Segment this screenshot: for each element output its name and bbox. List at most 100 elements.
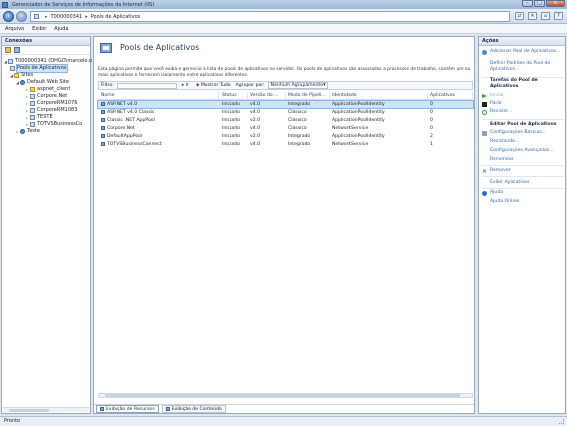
tree-teste-site[interactable]: ▹ Teste — [16, 128, 40, 135]
maximize-button[interactable]: □ — [534, 0, 545, 7]
breadcrumb-app-pools[interactable]: Pools de Aplicativos — [91, 14, 141, 20]
back-button[interactable]: ‹ — [3, 11, 14, 22]
status-text: Pronto — [4, 418, 21, 424]
content-pane: Pools de Aplicativos Esta página permite… — [93, 36, 475, 414]
stop-action[interactable]: Parar — [482, 101, 502, 107]
tree-default-site[interactable]: ◢ Default Web Site — [16, 79, 69, 86]
divider — [482, 165, 564, 166]
tree-server[interactable]: ◢ T000000341 (DHGO\marcelo.o — [4, 58, 92, 65]
table-row[interactable]: TOTVSBusinessConnect Iniciado v4.0 Integ… — [98, 141, 473, 148]
basic-settings-action[interactable]: Configurações Básicas... — [482, 130, 546, 136]
actions-header: Ações — [479, 37, 565, 46]
app-pool-icon — [101, 101, 105, 106]
help-icon[interactable]: ? — [554, 12, 563, 20]
col-applications[interactable]: Aplicativos — [430, 92, 473, 100]
connections-toolbar — [2, 46, 90, 55]
tree-corpore-net[interactable]: ▹ Corpore.Net — [26, 93, 67, 100]
col-version[interactable]: Versão do ... — [250, 92, 286, 100]
remove-icon: ✕ — [482, 167, 488, 175]
add-pool-action[interactable]: Adicionar Pool de Aplicativos... — [482, 49, 564, 55]
settings-icon — [482, 130, 487, 136]
status-bar: Pronto — [0, 416, 567, 426]
app-pool-icon — [101, 125, 105, 130]
col-name[interactable]: Nome — [101, 92, 219, 100]
menu-bar: Arquivo Exibir Ajuda — [0, 24, 567, 34]
minimize-button[interactable]: – — [522, 0, 533, 7]
table-row[interactable]: ASP.NET v4.0 Iniciado v4.0 Integrado App… — [97, 100, 474, 109]
help-action[interactable]: Ajuda — [482, 190, 503, 196]
recycling-action[interactable]: Reciclando... — [482, 139, 519, 145]
table-row[interactable]: Classic .NET AppPool Iniciado v2.0 Cláss… — [98, 117, 473, 124]
divider — [482, 176, 564, 177]
group-by-select[interactable]: Nenhum Agrupamento — [267, 82, 328, 89]
breadcrumb[interactable]: ▸ T000000341 ▸ Pools de Aplicativos — [30, 11, 510, 22]
filter-bar: Filtro: ▸ Ir ◈ Mostrar Tudo Agrupar por:… — [98, 81, 473, 90]
remove-action[interactable]: ✕ Remover — [482, 168, 511, 174]
home-icon — [34, 14, 39, 19]
set-defaults-action[interactable]: Definir Padrões do Pool de Aplicativos..… — [482, 61, 564, 72]
window-title: Gerenciador de Serviços de Informações d… — [12, 1, 155, 8]
scroll-thumb[interactable] — [9, 409, 49, 412]
table-scrollbar[interactable] — [98, 393, 473, 398]
application-icon — [30, 122, 35, 127]
app-pools-icon — [100, 43, 112, 53]
resize-grip-icon[interactable] — [559, 419, 564, 424]
actions-pane: Ações Adicionar Pool de Aplicativos... D… — [478, 36, 566, 414]
connections-scrollbar[interactable] — [3, 407, 89, 412]
go-button[interactable]: ▸ Ir — [180, 82, 191, 89]
forward-button[interactable]: › — [16, 11, 27, 22]
tree-corporerm1076[interactable]: ▹ CorporeRM1076 — [26, 100, 77, 107]
server-icon — [8, 59, 13, 64]
table-row[interactable]: DefaultAppPool Iniciado v2.0 Integrado A… — [98, 133, 473, 140]
breadcrumb-server[interactable]: T000000341 — [51, 14, 83, 20]
table-header: Nome Status Versão do ... Modo de Pipeli… — [98, 92, 473, 100]
table-row[interactable]: ASP.NET v4.0 Classic Iniciado v4.0 Cláss… — [98, 109, 473, 116]
home-nav-icon[interactable]: ⌂ — [541, 12, 550, 20]
advanced-settings-action[interactable]: Configurações Avançadas... — [482, 148, 554, 154]
sites-icon — [14, 73, 19, 78]
divider — [482, 188, 564, 189]
application-icon — [30, 108, 35, 113]
tree-sites[interactable]: ◢ Sites — [10, 72, 33, 79]
tasks-header: Tarefas do Pool de Aplicativos — [490, 78, 538, 89]
network-icon[interactable]: ⇄ — [515, 12, 524, 20]
tree-totvsbusinessco[interactable]: ▹ TOTVSBusinessCo — [26, 121, 82, 128]
help-icon — [482, 190, 487, 196]
col-identity[interactable]: Identidade — [332, 92, 428, 100]
view-apps-action[interactable]: Exibir Aplicativos — [482, 180, 529, 186]
tab-content-view[interactable]: Exibição de Conteúdo — [161, 405, 226, 413]
application-icon — [30, 115, 35, 120]
rename-action[interactable]: Renomear — [482, 157, 514, 163]
menu-help[interactable]: Ajuda — [54, 26, 68, 32]
tree-aspnet-client[interactable]: ▹ aspnet_client — [26, 86, 70, 93]
menu-view[interactable]: Exibir — [32, 26, 46, 32]
table-row[interactable]: Corpore.Net Iniciado v4.0 Clássico Netwo… — [98, 125, 473, 132]
recycle-action[interactable]: Reciclar... — [482, 109, 512, 115]
page-description: Esta página permite que você exiba e ger… — [98, 67, 471, 78]
connections-header: Conexões — [2, 37, 90, 46]
page-title: Pools de Aplicativos — [120, 43, 200, 52]
group-by-label: Agrupar por: — [235, 83, 265, 88]
save-connections-icon[interactable] — [14, 47, 20, 53]
iis-app-icon — [2, 1, 8, 8]
tree-corporerm1083[interactable]: ▹ CorporeRM1083 — [26, 107, 77, 114]
title-bar: Gerenciador de Serviços de Informações d… — [0, 0, 567, 9]
app-pool-icon — [101, 133, 105, 138]
connect-icon[interactable] — [5, 47, 11, 53]
tab-features-view[interactable]: Exibição de Recursos — [96, 405, 159, 413]
app-pool-icon — [101, 109, 105, 114]
col-pipeline-mode[interactable]: Modo de Pipeli... — [288, 92, 330, 100]
app-pool-icon — [101, 117, 105, 122]
close-button[interactable]: × — [546, 0, 565, 7]
col-status[interactable]: Status — [222, 92, 248, 100]
menu-file[interactable]: Arquivo — [5, 26, 24, 32]
show-all-button[interactable]: ◈ Mostrar Tudo — [194, 82, 233, 89]
online-help-action[interactable]: Ajuda Online — [482, 199, 519, 205]
start-action[interactable]: Iniciar — [482, 93, 504, 99]
tree-app-pools[interactable]: Pools de Aplicativos — [10, 64, 68, 73]
edit-header: Editar Pool de Aplicativos — [490, 122, 557, 127]
filter-input[interactable] — [116, 82, 177, 89]
stop-icon[interactable]: ✕ — [528, 12, 537, 20]
scroll-thumb[interactable] — [105, 394, 460, 397]
tree-teste-folder[interactable]: ▹ TESTE — [26, 114, 53, 121]
